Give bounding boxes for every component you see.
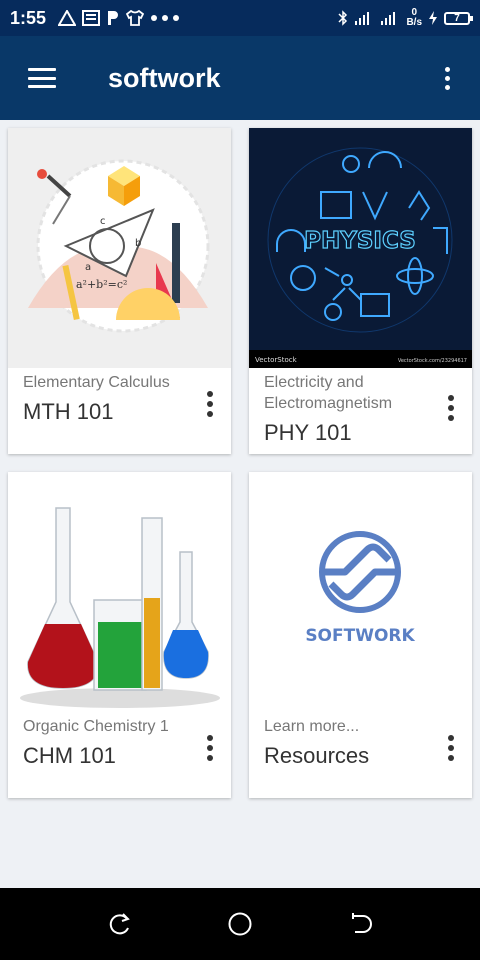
home-button[interactable] — [220, 904, 260, 944]
resources-subtitle: Learn more... — [264, 718, 360, 735]
course-code: PHY 101 — [264, 420, 352, 445]
more-vert-icon — [448, 395, 454, 421]
svg-text:b: b — [135, 238, 141, 249]
course-card-mth101[interactable]: c b a a²+b²=c² Elementary Calculus MTH 1… — [8, 128, 231, 454]
more-dots-icon — [151, 15, 180, 21]
course-code: MTH 101 — [23, 399, 114, 424]
physics-banner: PHYSICS — [304, 228, 416, 254]
back-icon — [352, 913, 372, 933]
overflow-menu-button[interactable] — [414, 36, 480, 120]
status-time: 1:55 — [10, 7, 47, 28]
card-body: Electricity and Electromagnetism PHY 101 — [249, 368, 472, 446]
card-body: Organic Chemistry 1 CHM 101 — [8, 712, 231, 769]
data-speed: 0 B/s — [406, 7, 422, 28]
card-options-button[interactable] — [195, 728, 225, 768]
shirt-icon — [126, 10, 145, 26]
more-vert-icon — [444, 66, 450, 90]
more-vert-icon — [207, 735, 213, 761]
resources-title: Resources — [264, 743, 370, 768]
resources-card[interactable]: SOFTWORK Learn more... Resources — [249, 472, 472, 798]
app-title: softwork — [108, 62, 221, 93]
status-bar: 1:55 0 B/s 7 — [0, 0, 480, 36]
card-options-button[interactable] — [195, 384, 225, 424]
p-icon — [108, 11, 119, 25]
svg-text:a: a — [85, 262, 91, 273]
hamburger-icon — [28, 68, 56, 88]
app-bar: softwork — [0, 36, 480, 120]
system-icons: 0 B/s 7 — [338, 7, 473, 28]
calculus-illustration: c b a a²+b²=c² — [8, 128, 231, 368]
signal-icon-2 — [381, 12, 396, 25]
svg-text:c: c — [100, 216, 106, 227]
home-icon — [228, 912, 252, 936]
recents-icon — [109, 913, 130, 935]
credit-right: VectorStock.com/23294617 — [398, 358, 467, 364]
notification-icons — [58, 10, 180, 26]
more-vert-icon — [448, 735, 454, 761]
course-card-phy101[interactable]: PHYSICS VectorStock VectorStock.com/2329… — [249, 128, 472, 454]
card-options-button[interactable] — [436, 728, 466, 768]
course-subtitle: Elementary Calculus — [23, 374, 170, 391]
card-body: Elementary Calculus MTH 101 — [8, 368, 231, 425]
course-code: CHM 101 — [23, 743, 116, 768]
course-subtitle: Organic Chemistry 1 — [23, 718, 169, 735]
chemistry-flasks-photo — [8, 472, 231, 712]
back-button[interactable] — [340, 904, 380, 944]
course-card-chm101[interactable]: Organic Chemistry 1 CHM 101 — [8, 472, 231, 798]
formula-label: a²+b²=c² — [76, 278, 127, 291]
bluetooth-icon — [338, 10, 348, 26]
card-body: Learn more... Resources — [249, 712, 472, 769]
more-vert-icon — [207, 391, 213, 417]
recents-button[interactable] — [100, 904, 140, 944]
credit-left: VectorStock — [255, 356, 298, 364]
charging-icon — [429, 11, 437, 25]
menu-button[interactable] — [0, 36, 84, 120]
course-subtitle: Electricity and Electromagnetism — [264, 374, 393, 412]
warning-icon — [58, 10, 77, 26]
news-icon — [82, 10, 101, 26]
system-nav-bar — [0, 888, 480, 960]
card-options-button[interactable] — [436, 388, 466, 428]
softwork-logo: SOFTWORK — [249, 472, 472, 712]
physics-neon-illustration: PHYSICS VectorStock VectorStock.com/2329… — [249, 128, 472, 368]
logo-text: SOFTWORK — [305, 626, 415, 646]
signal-icon — [355, 12, 370, 25]
battery-icon: 7 — [444, 11, 473, 25]
